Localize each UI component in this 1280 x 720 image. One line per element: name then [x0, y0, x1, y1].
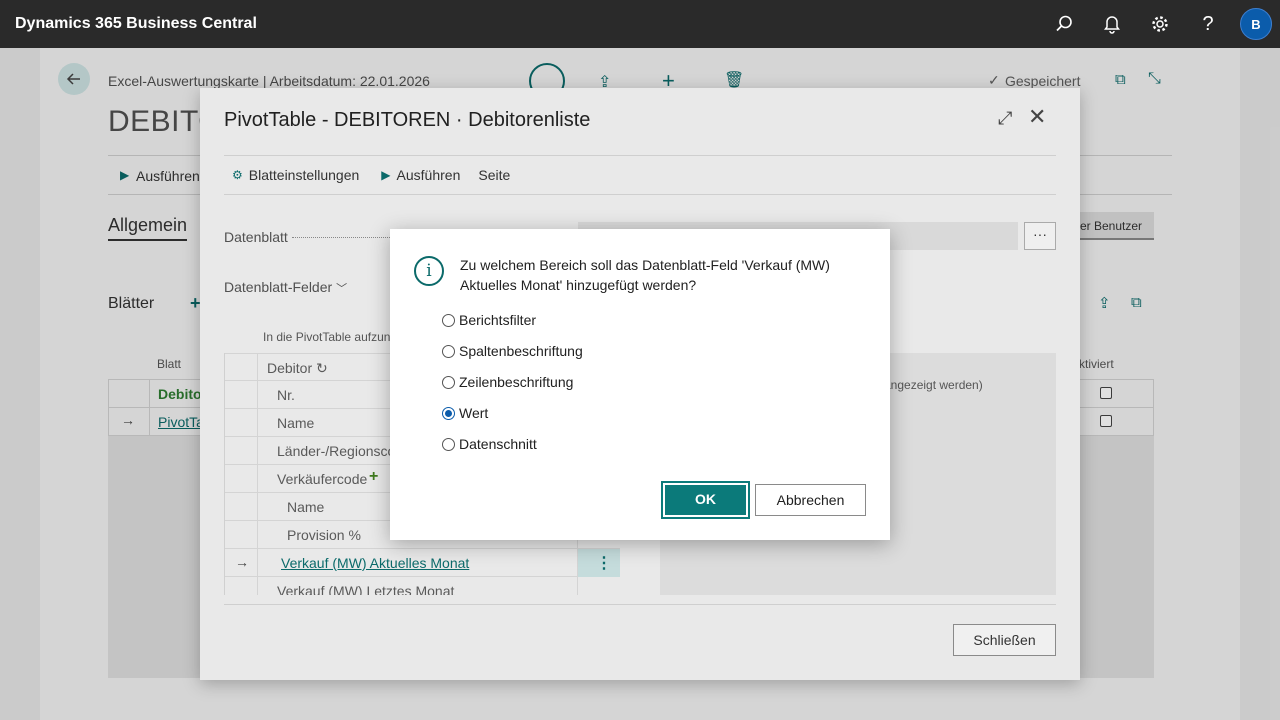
panel-hint: angezeigt werden) [884, 378, 983, 392]
dialog-title: PivotTable - DEBITOREN · Debitorenliste [224, 109, 591, 131]
field-label: Länder-/Regionsco [277, 443, 396, 459]
cancel-button[interactable]: Abbrechen [755, 484, 866, 516]
search-icon[interactable] [1040, 0, 1088, 48]
table-row-selected[interactable]: → Verkauf (MW) Aktuelles Monat ⋮ [225, 549, 620, 577]
close-button[interactable]: Schließen [953, 624, 1056, 656]
info-icon: i [414, 256, 444, 286]
field-label: Provision % [287, 527, 361, 543]
option-slicer[interactable]: Datenschnitt [442, 436, 537, 452]
page-label: Seite [478, 167, 511, 183]
play-icon: ▶ [381, 168, 391, 182]
confirm-dialog: i Zu welchem Bereich soll das Datenblatt… [390, 229, 890, 540]
field-label: Verkauf (MW) Letztes Monat [277, 583, 455, 595]
dialog-question: Zu welchem Bereich soll das Datenblatt-F… [460, 257, 830, 293]
radio-button[interactable] [442, 437, 455, 451]
datasheet-label: Datenblatt [224, 229, 288, 245]
gear-icon[interactable] [1136, 0, 1184, 48]
app-bar: Dynamics 365 Business Central ? B [0, 0, 1280, 48]
option-value[interactable]: Wert [442, 405, 488, 421]
run-label: Ausführen [396, 167, 461, 183]
radio-button[interactable] [442, 313, 455, 327]
expand-plus-icon[interactable]: + [369, 468, 378, 486]
expand-icon[interactable]: ⤢ [998, 108, 1012, 129]
close-icon[interactable]: ✕ [1028, 104, 1046, 130]
run-action[interactable]: ▶ Ausführen [381, 167, 460, 183]
lookup-button[interactable]: ··· [1024, 222, 1056, 250]
option-label: Spaltenbeschriftung [459, 343, 583, 359]
app-bar-icons: ? B [1040, 0, 1280, 48]
radio-button[interactable] [442, 375, 455, 389]
field-label[interactable]: Verkauf (MW) Aktuelles Monat [281, 555, 469, 571]
datasheet-fields-label: Datenblatt-Felder [224, 279, 333, 295]
field-label: Verkäufercode [277, 471, 368, 487]
option-label: Berichtsfilter [459, 312, 537, 328]
leader-dots [292, 237, 392, 238]
grid-header-customer[interactable]: Debitor ↻ [267, 360, 328, 377]
sheet-settings-label: Blatteinstellungen [248, 167, 360, 183]
field-label: Name [287, 499, 325, 515]
bell-icon[interactable] [1088, 0, 1136, 48]
field-label: Nr. [277, 387, 295, 403]
option-label: Zeilenbeschriftung [459, 374, 574, 390]
radio-button[interactable] [442, 344, 455, 358]
settings-sheet-icon: ⚙ [232, 168, 243, 182]
option-row-labels[interactable]: Zeilenbeschriftung [442, 374, 573, 390]
dialog-toolbar: ⚙ Blatteinstellungen ▶ Ausführen Seite [224, 155, 1056, 195]
avatar[interactable]: B [1240, 8, 1272, 40]
chevron-down-icon: ﹀ [336, 283, 348, 295]
table-row[interactable]: Verkauf (MW) Letztes Monat [225, 577, 620, 595]
more-options-icon[interactable]: ⋮ [596, 553, 612, 573]
help-icon[interactable]: ? [1184, 0, 1232, 48]
include-label: In die PivotTable aufzunc [263, 330, 397, 344]
option-report-filter[interactable]: Berichtsfilter [442, 312, 536, 328]
sheet-settings-action[interactable]: ⚙ Blatteinstellungen [232, 167, 359, 183]
datasheet-fields-toggle[interactable]: Datenblatt-Felder ﹀ [224, 279, 347, 296]
divider [224, 604, 1056, 605]
option-column-labels[interactable]: Spaltenbeschriftung [442, 343, 583, 359]
app-brand[interactable]: Dynamics 365 Business Central [15, 15, 257, 33]
option-label: Wert [459, 405, 489, 421]
page-action[interactable]: Seite [478, 167, 510, 183]
field-label: Name [277, 415, 315, 431]
radio-button-selected[interactable] [442, 406, 455, 420]
ok-button[interactable]: OK [661, 481, 750, 519]
arrow-right-icon: → [235, 554, 249, 570]
option-label: Datenschnitt [459, 436, 537, 452]
